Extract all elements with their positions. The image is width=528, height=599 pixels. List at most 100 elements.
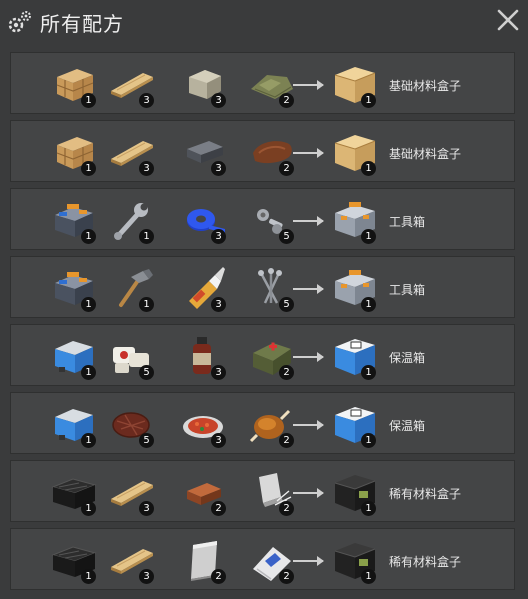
item-count-badge: 2 <box>279 161 294 176</box>
gears-icon <box>8 11 31 33</box>
result-slot[interactable]: 1 <box>329 331 379 381</box>
recipe-row[interactable]: 1 3 2 2 1 稀有材料盒子 <box>10 460 515 522</box>
ingredient-slot[interactable]: 5 <box>107 399 157 449</box>
result-name: 保温箱 <box>389 351 426 365</box>
recipe-row[interactable]: 1 3 3 2 1 基础材料盒子 <box>10 120 515 182</box>
ingredient-slot[interactable]: 2 <box>247 127 297 177</box>
recipe-row[interactable]: 1 5 3 2 1 保温箱 <box>10 392 515 454</box>
item-count-badge: 3 <box>139 93 154 108</box>
ingredient-slot[interactable]: 1 <box>49 535 99 585</box>
item-count-badge: 1 <box>81 161 96 176</box>
item-count-badge: 1 <box>81 569 96 584</box>
recipe-row[interactable]: 1 3 2 2 1 稀有材料盒子 <box>10 528 515 590</box>
ingredient-slot[interactable]: 2 <box>179 467 229 517</box>
item-count-badge: 2 <box>279 569 294 584</box>
arrow-right-icon <box>293 488 324 498</box>
result-slot[interactable]: 1 <box>329 127 379 177</box>
ingredient-slot[interactable]: 5 <box>107 331 157 381</box>
item-count-badge: 3 <box>139 569 154 584</box>
result-slot[interactable]: 1 <box>329 535 379 585</box>
arrow-right-icon <box>293 556 324 566</box>
result-name: 基础材料盒子 <box>389 79 462 93</box>
ingredient-slot[interactable]: 1 <box>49 59 99 109</box>
item-count-badge: 3 <box>139 161 154 176</box>
item-count-badge: 1 <box>81 297 96 312</box>
item-count-badge: 5 <box>279 229 294 244</box>
recipe-row[interactable]: 1 1 3 5 1 工具箱 <box>10 256 515 318</box>
recipe-row[interactable]: 1 3 3 2 1 基础材料盒子 <box>10 52 515 114</box>
item-count-badge: 3 <box>211 93 226 108</box>
arrow-right-icon <box>293 420 324 430</box>
ingredient-slot[interactable]: 2 <box>247 399 297 449</box>
result-name: 保温箱 <box>389 419 426 433</box>
ingredient-slot[interactable]: 3 <box>107 59 157 109</box>
result-slot[interactable]: 1 <box>329 59 379 109</box>
ingredient-slot[interactable]: 2 <box>247 467 297 517</box>
page-title: 所有配方 <box>40 12 124 36</box>
arrow-right-icon <box>293 216 324 226</box>
item-count-badge: 5 <box>139 365 154 380</box>
ingredient-slot[interactable]: 3 <box>179 399 229 449</box>
item-count-badge: 1 <box>139 297 154 312</box>
ingredient-slot[interactable]: 2 <box>179 535 229 585</box>
result-slot[interactable]: 1 <box>329 467 379 517</box>
ingredient-slot[interactable]: 2 <box>247 535 297 585</box>
item-count-badge: 5 <box>279 297 294 312</box>
ingredient-slot[interactable]: 1 <box>49 195 99 245</box>
ingredient-slot[interactable]: 3 <box>107 127 157 177</box>
ingredient-slot[interactable]: 1 <box>49 127 99 177</box>
item-count-badge: 1 <box>361 297 376 312</box>
result-slot[interactable]: 1 <box>329 399 379 449</box>
ingredient-slot[interactable]: 3 <box>179 195 229 245</box>
item-count-badge: 1 <box>81 501 96 516</box>
item-count-badge: 1 <box>81 365 96 380</box>
ingredient-slot[interactable]: 1 <box>49 399 99 449</box>
result-name: 稀有材料盒子 <box>389 555 462 569</box>
item-count-badge: 1 <box>81 229 96 244</box>
ingredient-slot[interactable]: 3 <box>179 127 229 177</box>
item-count-badge: 3 <box>211 229 226 244</box>
item-count-badge: 3 <box>139 501 154 516</box>
item-count-badge: 2 <box>211 569 226 584</box>
item-count-badge: 2 <box>279 365 294 380</box>
result-slot[interactable]: 1 <box>329 263 379 313</box>
result-name: 工具箱 <box>389 215 426 229</box>
result-name: 基础材料盒子 <box>389 147 462 161</box>
ingredient-slot[interactable]: 3 <box>179 59 229 109</box>
ingredient-slot[interactable]: 5 <box>247 263 297 313</box>
item-count-badge: 2 <box>279 433 294 448</box>
panel-header: 所有配方 <box>0 0 528 44</box>
ingredient-slot[interactable]: 1 <box>107 263 157 313</box>
item-count-badge: 1 <box>361 433 376 448</box>
close-icon[interactable] <box>496 8 520 32</box>
ingredient-slot[interactable]: 5 <box>247 195 297 245</box>
ingredient-slot[interactable]: 2 <box>247 59 297 109</box>
item-count-badge: 1 <box>361 365 376 380</box>
item-count-badge: 3 <box>211 161 226 176</box>
item-count-badge: 3 <box>211 297 226 312</box>
ingredient-slot[interactable]: 3 <box>107 535 157 585</box>
result-name: 工具箱 <box>389 283 426 297</box>
item-count-badge: 3 <box>211 365 226 380</box>
recipe-row[interactable]: 1 5 3 2 1 保温箱 <box>10 324 515 386</box>
recipe-row[interactable]: 1 1 3 5 1 工具箱 <box>10 188 515 250</box>
item-count-badge: 1 <box>361 161 376 176</box>
item-count-badge: 1 <box>81 433 96 448</box>
item-count-badge: 1 <box>139 229 154 244</box>
result-name: 稀有材料盒子 <box>389 487 462 501</box>
arrow-right-icon <box>293 80 324 90</box>
result-slot[interactable]: 1 <box>329 195 379 245</box>
ingredient-slot[interactable]: 1 <box>49 331 99 381</box>
item-count-badge: 1 <box>361 93 376 108</box>
ingredient-slot[interactable]: 3 <box>179 331 229 381</box>
ingredient-slot[interactable]: 3 <box>179 263 229 313</box>
ingredient-slot[interactable]: 1 <box>49 263 99 313</box>
ingredient-slot[interactable]: 3 <box>107 467 157 517</box>
ingredient-slot[interactable]: 2 <box>247 331 297 381</box>
ingredient-slot[interactable]: 1 <box>49 467 99 517</box>
arrow-right-icon <box>293 352 324 362</box>
ingredient-slot[interactable]: 1 <box>107 195 157 245</box>
item-count-badge: 2 <box>279 93 294 108</box>
item-count-badge: 1 <box>361 501 376 516</box>
arrow-right-icon <box>293 284 324 294</box>
